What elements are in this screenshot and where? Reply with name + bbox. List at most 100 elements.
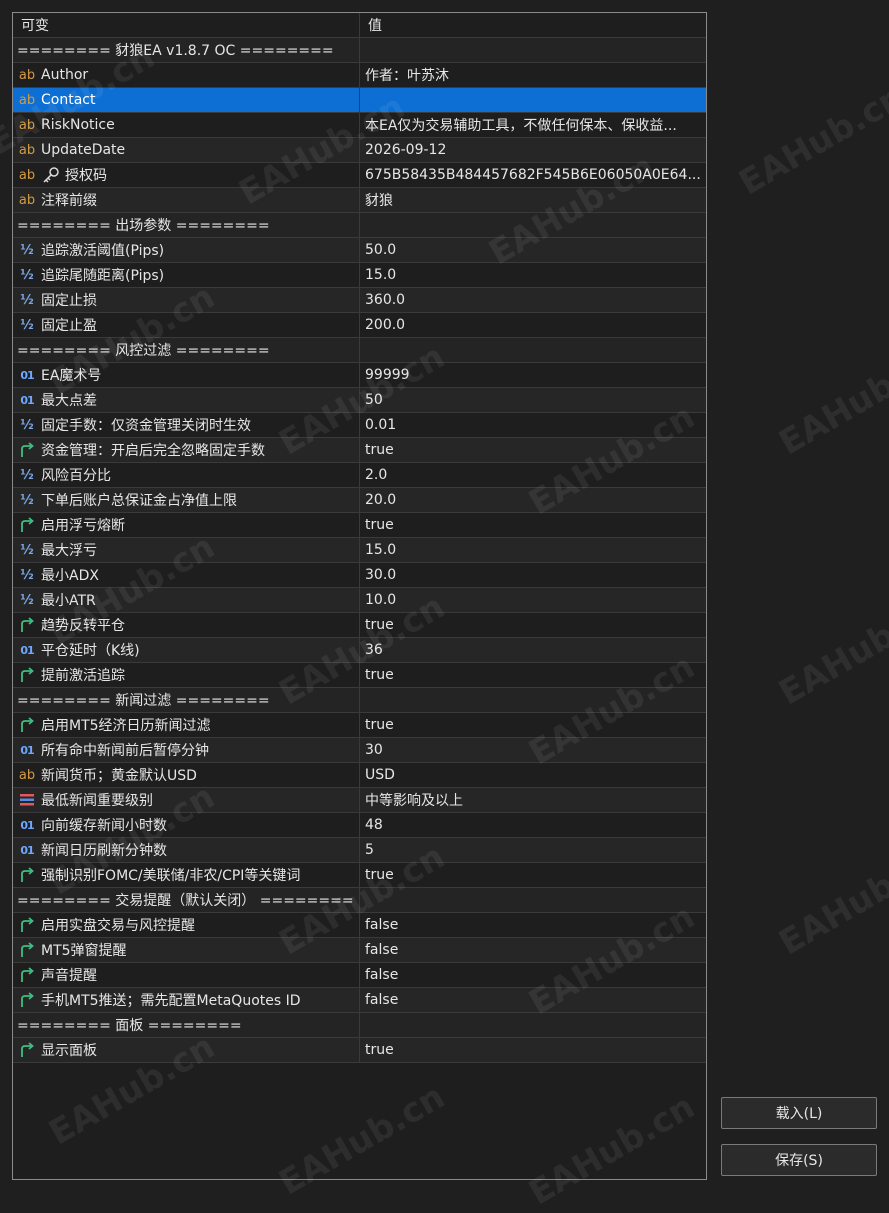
grid-header: 可变 值 [13,13,706,38]
parameter-value[interactable]: false [360,938,706,962]
parameter-name-cell: 01 向前缓存新闻小时数 [13,813,360,837]
parameter-name: 风险百分比 [41,468,111,484]
parameter-row[interactable]: ½ 固定止损 360.0 [13,288,706,313]
parameter-value[interactable] [360,88,706,112]
section-header-row[interactable]: ======== 新闻过滤 ======== [13,688,706,713]
parameter-row[interactable]: 强制识别FOMC/美联储/非农/CPI等关键词 true [13,863,706,888]
parameter-row[interactable]: ½ 固定手数：仅资金管理关闭时生效 0.01 [13,413,706,438]
parameter-value[interactable]: 0.01 [360,413,706,437]
parameter-value[interactable]: 本EA仅为交易辅助工具，不做任何保本、保收益... [360,113,706,137]
parameter-row[interactable]: 资金管理：开启后完全忽略固定手数 true [13,438,706,463]
section-header-row[interactable]: ======== 交易提醒（默认关闭） ======== [13,888,706,913]
parameter-row[interactable]: 01 最大点差 50 [13,388,706,413]
parameter-value [360,1013,706,1037]
parameter-value[interactable]: 2026-09-12 [360,138,706,162]
parameter-value[interactable]: USD [360,763,706,787]
parameter-name: 新闻货币；黄金默认USD [41,768,197,784]
parameter-name: 启用MT5经济日历新闻过滤 [41,718,211,734]
parameter-value[interactable]: 2.0 [360,463,706,487]
parameter-value[interactable]: 675B58435B484457682F545B6E06050A0E64... [360,163,706,187]
parameter-row[interactable]: 01 所有命中新闻前后暂停分钟 30 [13,738,706,763]
parameter-row[interactable]: ab 注释前缀 豺狼 [13,188,706,213]
parameter-row[interactable]: 声音提醒 false [13,963,706,988]
parameter-row[interactable]: 启用MT5经济日历新闻过滤 true [13,713,706,738]
parameter-name-cell: 显示面板 [13,1038,360,1062]
parameter-value[interactable]: true [360,863,706,887]
parameter-name-cell: ½ 最小ADX [13,563,360,587]
parameter-value[interactable]: 作者：叶苏沐 [360,63,706,87]
parameter-name-cell: 资金管理：开启后完全忽略固定手数 [13,438,360,462]
parameter-value[interactable]: true [360,1038,706,1062]
parameter-name: 追踪尾随距离(Pips) [41,268,165,284]
parameter-value[interactable]: 中等影响及以上 [360,788,706,812]
parameter-value[interactable]: 50.0 [360,238,706,262]
parameter-value[interactable]: 360.0 [360,288,706,312]
parameter-row[interactable]: 显示面板 true [13,1038,706,1063]
parameter-row[interactable]: 01 向前缓存新闻小时数 48 [13,813,706,838]
parameter-row[interactable]: 01 新闻日历刷新分钟数 5 [13,838,706,863]
header-value[interactable]: 值 [360,13,706,37]
parameter-value[interactable]: true [360,438,706,462]
parameter-row[interactable]: 最低新闻重要级别 中等影响及以上 [13,788,706,813]
parameter-row[interactable]: ab Contact [13,88,706,113]
parameter-value[interactable]: 48 [360,813,706,837]
section-header-row[interactable]: ======== 面板 ======== [13,1013,706,1038]
parameter-name: ======== 交易提醒（默认关闭） ======== [17,893,354,909]
parameter-row[interactable]: ab RiskNotice 本EA仅为交易辅助工具，不做任何保本、保收益... [13,113,706,138]
parameter-value[interactable]: 200.0 [360,313,706,337]
double-type-icon: ½ [20,542,34,558]
parameter-value[interactable]: 5 [360,838,706,862]
parameter-row[interactable]: ab UpdateDate 2026-09-12 [13,138,706,163]
parameter-row[interactable]: 趋势反转平仓 true [13,613,706,638]
parameter-value[interactable]: 10.0 [360,588,706,612]
parameter-name-cell: ======== 出场参数 ======== [13,213,360,237]
parameter-value[interactable]: false [360,963,706,987]
parameter-row[interactable]: 01 平仓延时（K线) 36 [13,638,706,663]
parameter-name-cell: 01 EA魔术号 [13,363,360,387]
section-header-row[interactable]: ======== 风控过滤 ======== [13,338,706,363]
parameter-value[interactable]: false [360,988,706,1012]
parameter-value[interactable]: 20.0 [360,488,706,512]
parameter-row[interactable]: ½ 风险百分比 2.0 [13,463,706,488]
parameter-name-cell: ½ 最大浮亏 [13,538,360,562]
parameter-row[interactable]: ½ 追踪激活阈值(Pips) 50.0 [13,238,706,263]
parameter-name: 最大浮亏 [41,543,97,559]
parameter-value[interactable]: 豺狼 [360,188,706,212]
save-button[interactable]: 保存(S) [721,1144,877,1176]
parameter-value[interactable]: 30.0 [360,563,706,587]
parameter-value[interactable]: 15.0 [360,538,706,562]
load-button[interactable]: 载入(L) [721,1097,877,1129]
parameter-value[interactable]: false [360,913,706,937]
parameter-row[interactable]: 01 EA魔术号 99999 [13,363,706,388]
parameter-row[interactable]: ½ 最小ATR 10.0 [13,588,706,613]
parameter-value[interactable]: true [360,513,706,537]
parameter-name: MT5弹窗提醒 [41,943,127,959]
parameter-row[interactable]: ab Author 作者：叶苏沐 [13,63,706,88]
parameter-row[interactable]: ½ 固定止盈 200.0 [13,313,706,338]
parameter-value[interactable]: true [360,663,706,687]
parameters-grid[interactable]: 可变 值 ======== 豺狼EA v1.8.7 OC ======== ab A… [12,12,707,1180]
section-header-row[interactable]: ======== 出场参数 ======== [13,213,706,238]
parameter-row[interactable]: ½ 最小ADX 30.0 [13,563,706,588]
parameter-value[interactable]: 99999 [360,363,706,387]
header-name[interactable]: 可变 [13,13,360,37]
parameter-value[interactable]: true [360,713,706,737]
parameter-row[interactable]: ½ 下单后账户总保证金占净值上限 20.0 [13,488,706,513]
parameter-row[interactable]: ab 新闻货币；黄金默认USD USD [13,763,706,788]
section-header-row[interactable]: ======== 豺狼EA v1.8.7 OC ======== [13,38,706,63]
parameter-value[interactable]: 15.0 [360,263,706,287]
parameter-row[interactable]: MT5弹窗提醒 false [13,938,706,963]
parameter-value[interactable]: true [360,613,706,637]
parameter-row[interactable]: 启用浮亏熔断 true [13,513,706,538]
double-type-icon: ½ [20,267,34,283]
parameter-row[interactable]: 手机MT5推送；需先配置MetaQuotes ID false [13,988,706,1013]
parameter-row[interactable]: 启用实盘交易与风控提醒 false [13,913,706,938]
parameter-value[interactable]: 36 [360,638,706,662]
parameter-row[interactable]: ½ 追踪尾随距离(Pips) 15.0 [13,263,706,288]
parameter-value[interactable]: 30 [360,738,706,762]
parameter-row[interactable]: 提前激活追踪 true [13,663,706,688]
parameter-name-cell: ======== 豺狼EA v1.8.7 OC ======== [13,38,360,62]
parameter-row[interactable]: ab 授权码 675B58435B484457682F545B6E06050A0E6… [13,163,706,188]
parameter-row[interactable]: ½ 最大浮亏 15.0 [13,538,706,563]
parameter-value[interactable]: 50 [360,388,706,412]
